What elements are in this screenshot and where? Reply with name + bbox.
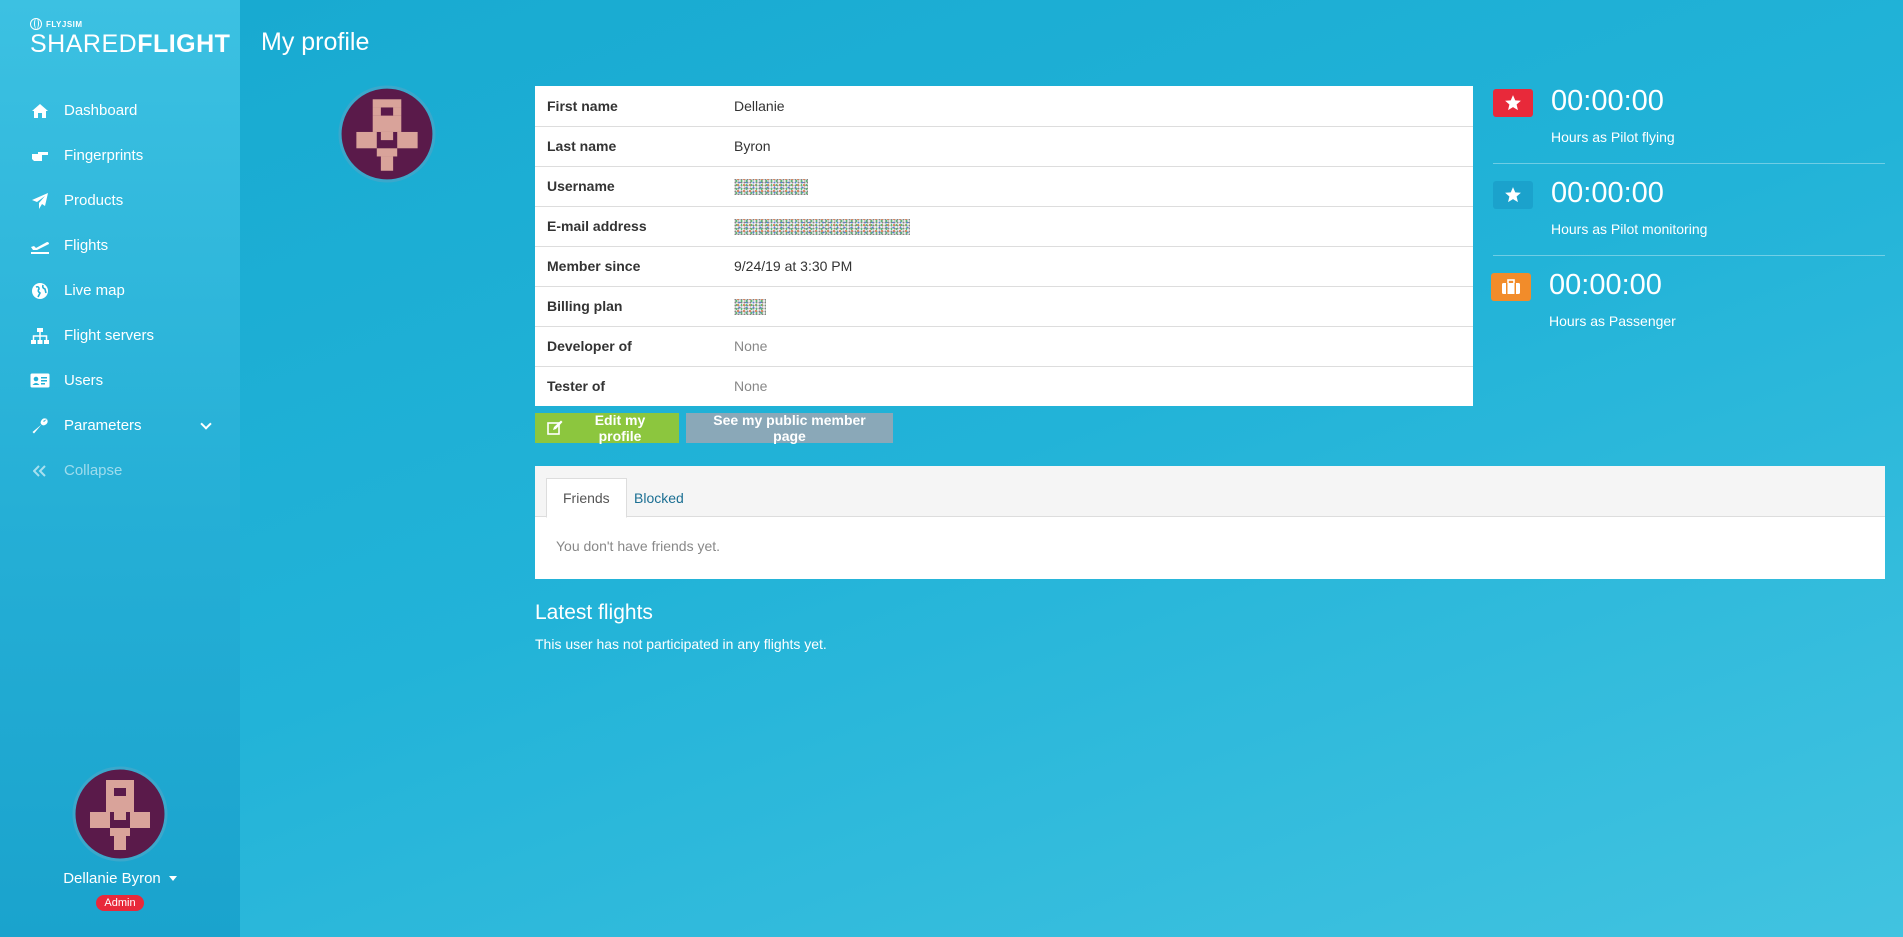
edit-profile-label: Edit my profile — [594, 412, 646, 444]
logo-text-flight: FLIGHT — [137, 30, 231, 58]
role-badge: Admin — [96, 895, 144, 911]
row-key: First name — [535, 86, 722, 127]
star-icon — [1493, 89, 1533, 117]
table-row: E-mail address — [535, 206, 1473, 247]
stat-label: Hours as Pilot flying — [1551, 129, 1675, 145]
edit-icon — [547, 420, 563, 436]
home-icon — [30, 101, 50, 121]
sidebar-user-box: Dellanie Byron Admin — [0, 766, 240, 911]
sidebar-nav: Dashboard Fingerprints Products Flights … — [0, 88, 240, 493]
friends-panel: Friends Blocked You don't have friends y… — [535, 466, 1885, 579]
profile-avatar — [338, 85, 436, 183]
logo-small-text: FLYJSIM — [46, 19, 83, 29]
star-icon — [1493, 181, 1533, 209]
row-value: 9/24/19 at 3:30 PM — [722, 246, 1473, 287]
plane-takeoff-icon — [30, 236, 50, 256]
app-logo[interactable]: FLYJSIM SHAREDFLIGHT — [30, 18, 230, 57]
caret-down-icon — [168, 876, 177, 881]
sidebar-item-label: Users — [64, 372, 104, 389]
table-row: First name Dellanie — [535, 86, 1473, 127]
redacted-username — [734, 178, 808, 195]
row-key: Username — [535, 166, 722, 207]
logo-globe-icon — [30, 18, 42, 30]
sidebar-item-flights[interactable]: Flights — [0, 223, 240, 268]
table-row: Member since 9/24/19 at 3:30 PM — [535, 246, 1473, 287]
sidebar-item-label: Flight servers — [64, 327, 155, 344]
row-key: Developer of — [535, 326, 722, 367]
latest-flights-title: Latest flights — [535, 601, 653, 624]
sidebar-item-users[interactable]: Users — [0, 358, 240, 403]
public-member-page-button[interactable]: See my public member page — [686, 412, 893, 444]
globe-icon — [30, 281, 50, 301]
page-title: My profile — [261, 28, 370, 56]
wrench-icon — [30, 416, 50, 436]
table-row: Last name Byron — [535, 126, 1473, 167]
row-key: Member since — [535, 246, 722, 287]
sidebar-item-parameters[interactable]: Parameters — [0, 403, 240, 448]
logo-text-shared: SHARED — [30, 30, 138, 58]
row-value: None — [734, 378, 768, 395]
stat-label: Hours as Passenger — [1549, 313, 1676, 329]
hand-pointing-icon — [30, 146, 50, 166]
sidebar: FLYJSIM SHAREDFLIGHT Dashboard Fingerpri… — [0, 0, 240, 937]
row-value — [722, 286, 1473, 327]
sidebar-item-flight-servers[interactable]: Flight servers — [0, 313, 240, 358]
sidebar-item-fingerprints[interactable]: Fingerprints — [0, 133, 240, 178]
row-value — [722, 206, 1473, 247]
user-name: Dellanie Byron — [63, 870, 161, 887]
paper-plane-icon — [30, 191, 50, 211]
tab-friends[interactable]: Friends — [546, 478, 627, 518]
latest-flights-empty: This user has not participated in any fl… — [535, 636, 827, 652]
sidebar-item-label: Flights — [64, 237, 109, 254]
sidebar-item-label: Dashboard — [64, 102, 138, 119]
row-key: Last name — [535, 126, 722, 167]
divider — [1493, 255, 1885, 256]
row-value: None — [722, 326, 1473, 367]
table-row: Developer of None — [535, 326, 1473, 367]
tabs-bar: Friends Blocked — [535, 466, 1885, 518]
sidebar-item-live-map[interactable]: Live map — [0, 268, 240, 313]
stat-time: 00:00:00 — [1549, 269, 1662, 301]
divider — [1493, 163, 1885, 164]
table-row: Username — [535, 166, 1473, 207]
table-row: Tester of None — [535, 366, 1473, 406]
sidebar-item-products[interactable]: Products — [0, 178, 240, 223]
stat-label: Hours as Pilot monitoring — [1551, 221, 1708, 237]
row-key: Tester of — [547, 378, 606, 395]
tab-blocked[interactable]: Blocked — [618, 478, 700, 518]
sitemap-icon — [30, 326, 50, 346]
id-card-icon — [30, 371, 50, 391]
row-key: E-mail address — [535, 206, 722, 247]
suitcase-icon — [1491, 273, 1531, 301]
sidebar-item-label: Products — [64, 192, 124, 209]
profile-info-table: First name Dellanie Last name Byron User… — [535, 86, 1473, 406]
redacted-billing-plan — [734, 298, 766, 315]
double-chevron-left-icon — [30, 461, 50, 481]
sidebar-item-label: Live map — [64, 282, 125, 299]
redacted-email — [734, 218, 910, 235]
user-menu-toggle[interactable]: Dellanie Byron — [0, 870, 240, 887]
table-row: Billing plan — [535, 286, 1473, 327]
stat-time: 00:00:00 — [1551, 177, 1664, 209]
friends-empty-message: You don't have friends yet. — [556, 538, 721, 554]
sidebar-collapse[interactable]: Collapse — [0, 448, 240, 493]
sidebar-item-dashboard[interactable]: Dashboard — [0, 88, 240, 133]
avatar[interactable] — [72, 766, 168, 862]
row-key: Billing plan — [535, 286, 722, 327]
stat-time: 00:00:00 — [1551, 85, 1664, 117]
row-value: Dellanie — [722, 86, 1473, 127]
row-value — [722, 166, 1473, 207]
sidebar-item-label: Fingerprints — [64, 147, 144, 164]
sidebar-item-label: Collapse — [64, 462, 123, 479]
sidebar-item-label: Parameters — [64, 417, 142, 434]
chevron-down-icon — [200, 417, 212, 430]
edit-profile-button[interactable]: Edit my profile — [535, 412, 679, 444]
row-value: Byron — [722, 126, 1473, 167]
